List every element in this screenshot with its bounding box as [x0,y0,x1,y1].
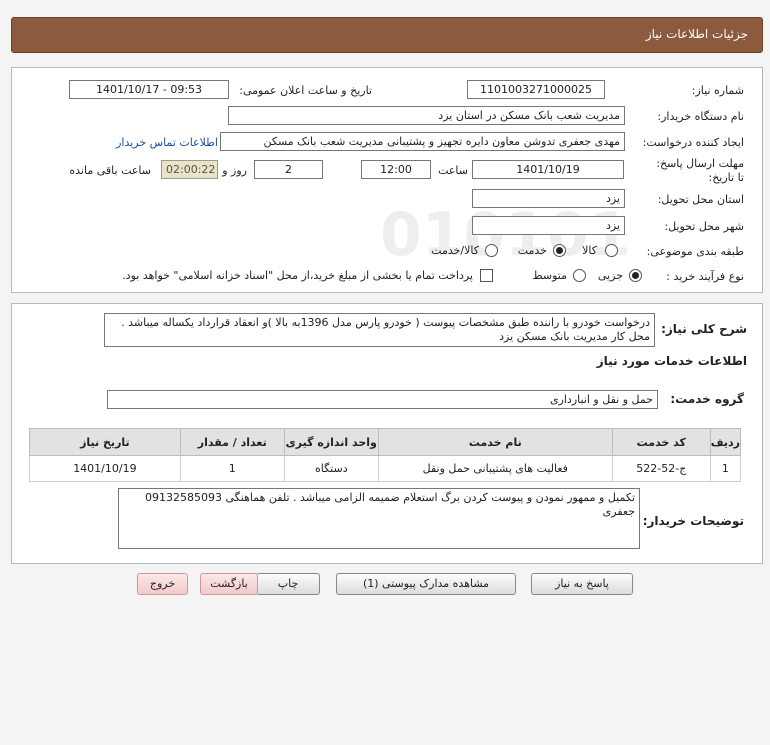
announce-datetime-field: 1401/10/17 - 09:53 [69,80,229,99]
deadline-time-label: ساعت [438,164,468,177]
cell-need-date: 1401/10/19 [29,455,181,482]
city-label: شهر محل تحویل: [664,220,744,233]
category-radio-goods-service[interactable] [485,244,498,257]
col-service-name: نام خدمت [377,428,613,456]
services-table: ردیف کد خدمت نام خدمت واحد اندازه گیری ت… [29,428,742,482]
category-option-goods: کالا [582,244,597,257]
cell-unit: دستگاه [283,455,379,482]
reply-button[interactable]: پاسخ به نیاز [531,573,633,595]
city-field: یزد [472,216,625,235]
cell-service-code: ج-52-522 [611,455,711,482]
services-section-title: اطلاعات خدمات مورد نیاز [596,354,747,368]
province-label: استان محل تحویل: [657,193,744,206]
col-row: ردیف [709,428,742,456]
view-attachments-button[interactable]: مشاهده مدارک پیوستی (1) [336,573,516,595]
deadline-date-field: 1401/10/19 [472,160,624,179]
buyer-org-label: نام دستگاه خریدار: [657,110,744,123]
buyer-org-field: مدیریت شعب بانک مسکن در استان یزد [228,106,625,125]
treasury-payment-note: پرداخت تمام یا بخشی از مبلغ خرید،از محل … [122,269,473,282]
description-text: درخواست خودرو با راننده طبق مشخصات پیوست… [104,313,655,347]
need-number-field: 1101003271000025 [467,80,605,99]
announce-datetime-label: تاریخ و ساعت اعلان عمومی: [239,84,372,97]
creator-field: مهدی جعفری تدوشن معاون دایره تجهیز و پشت… [220,132,625,151]
col-unit: واحد اندازه گیری [283,428,379,456]
buyer-contact-link[interactable]: اطلاعات تماس خریدار [116,136,218,149]
process-radio-minor[interactable] [629,269,642,282]
need-number-label: شماره نیاز: [691,84,744,97]
col-need-date: تاریخ نیاز [29,428,181,456]
province-field: یزد [472,189,625,208]
days-label: روز و [222,164,247,177]
page-title: جزئیات اطلاعات نیاز [645,27,748,41]
category-radio-service[interactable] [553,244,566,257]
page-title-bar: جزئیات اطلاعات نیاز [11,17,763,53]
deadline-time-field: 12:00 [361,160,431,179]
process-option-minor: جزیی [597,269,623,282]
category-option-goods-service: کالا/خدمت [431,244,479,257]
cell-service-name: فعالیت های پشتیبانی حمل ونقل [377,455,613,482]
table-row: 1 ج-52-522 فعالیت های پشتیبانی حمل ونقل … [29,455,742,482]
col-service-code: کد خدمت [611,428,711,456]
deadline-label: مهلت ارسال پاسخ: تا تاریخ: [649,157,744,185]
process-type-label: نوع فرآیند خرید : [666,270,744,283]
buyer-notes-label: توضیحات خریدار: [642,514,744,528]
description-label: شرح کلی نیاز: [661,322,747,336]
days-remaining-field: 2 [254,160,323,179]
services-table-header: ردیف کد خدمت نام خدمت واحد اندازه گیری ت… [29,428,742,456]
process-option-medium: متوسط [532,269,567,282]
service-group-field: حمل و نقل و انبارداری [107,390,658,409]
cell-row: 1 [709,455,742,482]
col-quantity: تعداد / مقدار [179,428,285,456]
buyer-notes-text: تکمیل و ممهور نمودن و پیوست کردن برگ است… [118,488,640,549]
creator-label: ایجاد کننده درخواست: [642,136,744,149]
service-group-label: گروه خدمت: [670,392,744,406]
remaining-time-label: ساعت باقی مانده [69,164,151,177]
process-radio-medium[interactable] [573,269,586,282]
deadline-label-text: مهلت ارسال پاسخ: تا تاریخ: [656,157,744,184]
category-option-service: خدمت [517,244,547,257]
back-button[interactable]: بازگشت [200,573,258,595]
exit-button[interactable]: خروج [137,573,188,595]
category-label: طبقه بندی موضوعی: [646,245,744,258]
remaining-time-field: 02:00:22 [161,160,218,179]
category-radio-goods[interactable] [605,244,618,257]
cell-quantity: 1 [179,455,285,482]
print-button[interactable]: چاپ [256,573,320,595]
treasury-payment-checkbox[interactable] [480,269,493,282]
